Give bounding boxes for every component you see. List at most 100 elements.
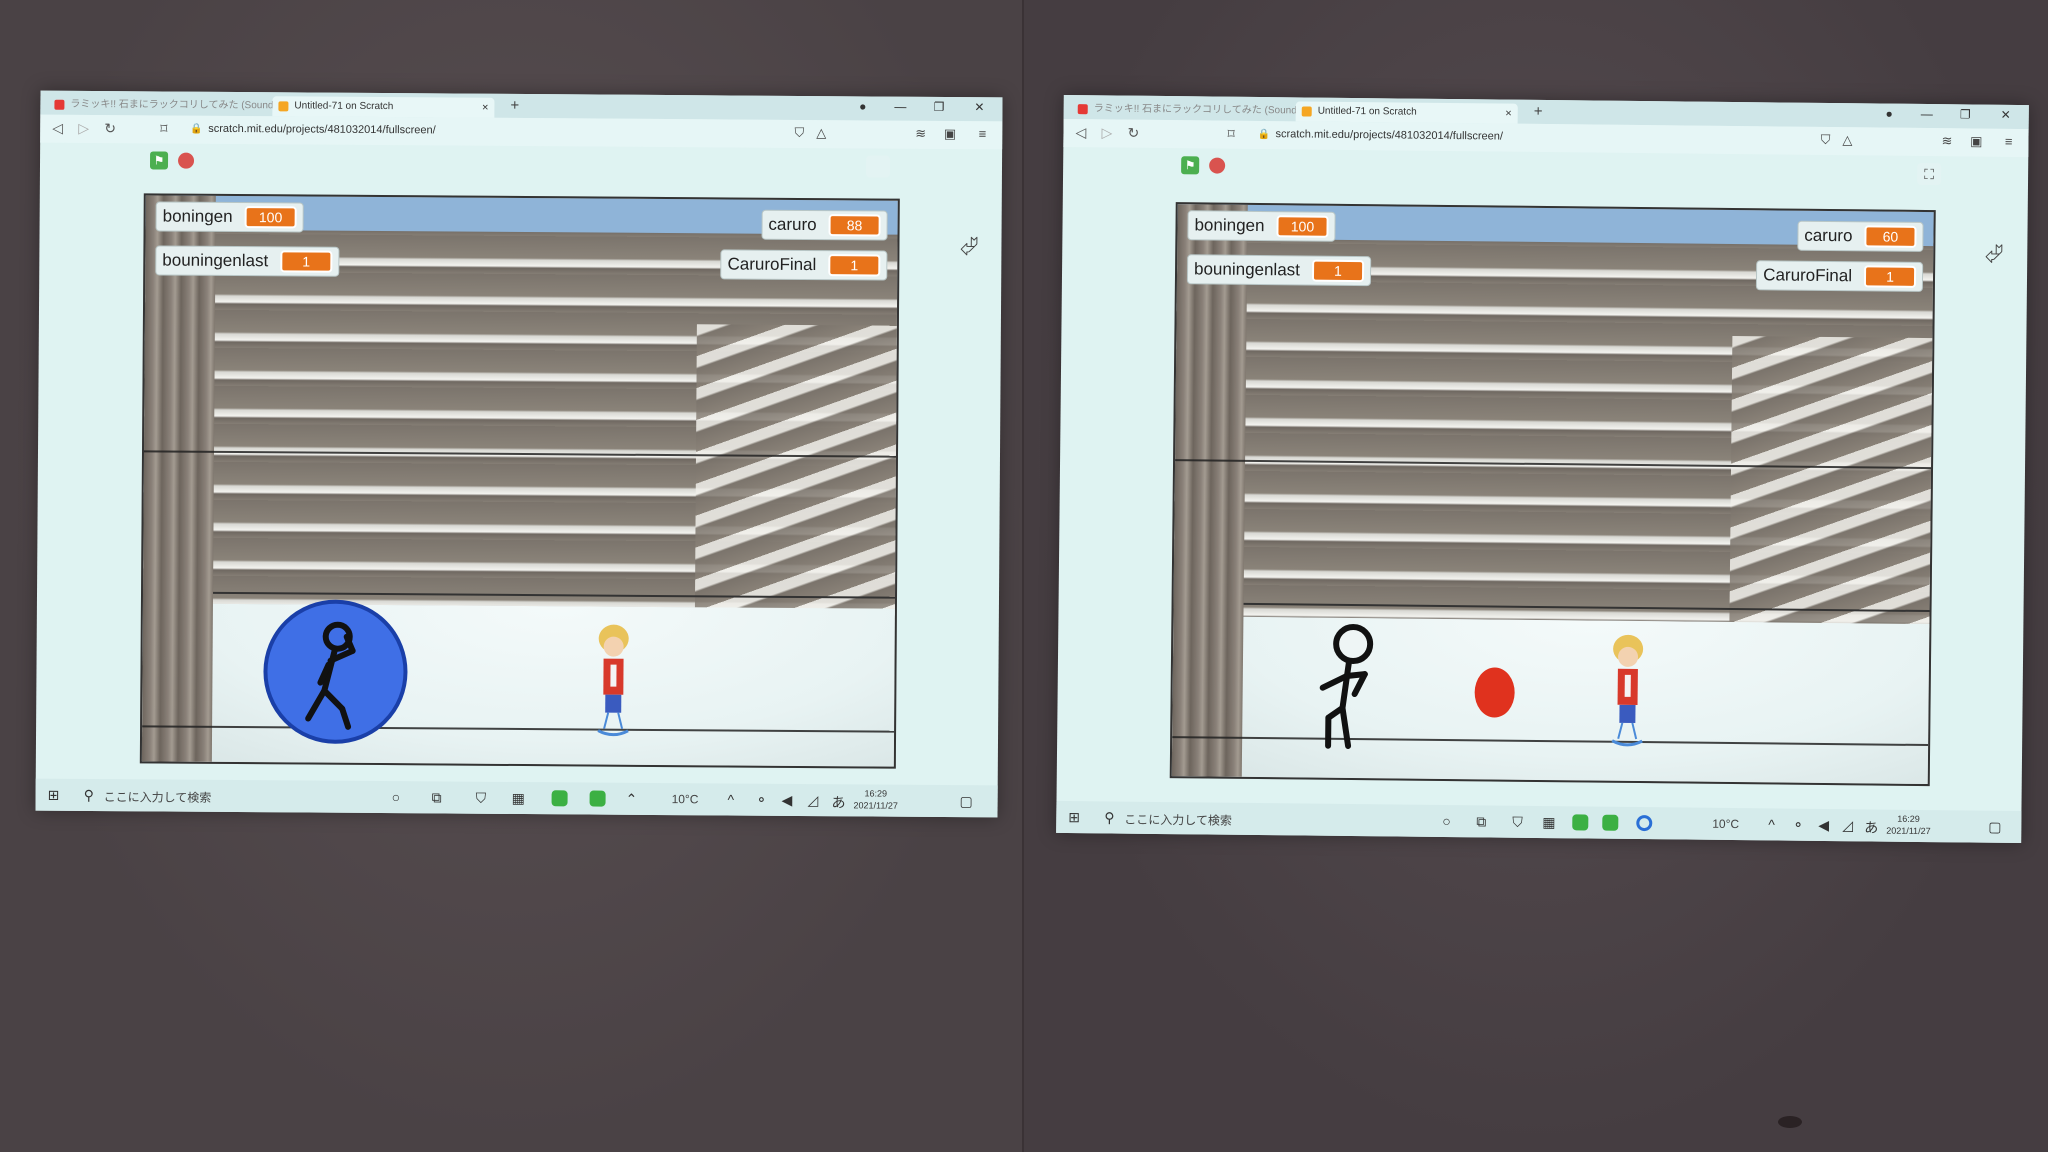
caruro-boy-sprite[interactable] — [586, 618, 641, 744]
tray-chevron-icon[interactable]: ^ — [728, 791, 735, 807]
minimize-icon[interactable]: — — [1921, 107, 1933, 121]
wallet-icon[interactable]: ▣ — [1970, 133, 1982, 149]
cortana-icon[interactable]: ○ — [392, 789, 401, 805]
stickman-figure — [1319, 624, 1374, 749]
task-view-icon[interactable]: ⧉ — [1476, 813, 1486, 830]
close-tab-icon[interactable]: × — [482, 98, 489, 118]
fireball-projectile — [1474, 667, 1515, 718]
network-icon[interactable]: ◿ — [1842, 817, 1853, 834]
ime-icon[interactable]: あ — [1864, 817, 1878, 837]
warning-icon[interactable]: △ — [816, 125, 826, 141]
windows-taskbar: ⊞ ⚲ ここに入力して検索 ○ ⧉ ⛉ ▦ 10°C ^ ⚬ ◀ ◿ あ 16:… — [1056, 800, 2022, 844]
cortana-icon[interactable]: ○ — [1442, 813, 1451, 829]
fullscreen-icon[interactable]: ⛶ — [1916, 162, 1942, 186]
stop-icon[interactable] — [1209, 157, 1226, 174]
menu-icon[interactable]: ≡ — [979, 126, 987, 141]
close-window-icon[interactable]: ✕ — [974, 100, 984, 114]
close-window-icon[interactable]: ✕ — [2001, 108, 2011, 122]
photo-panel-right: ラミッキ!! 石まにラックコリしてみた (Sound)... × Untitle… — [1024, 0, 2048, 1152]
fullscreen-icon[interactable] — [865, 155, 891, 178]
reload-icon[interactable]: ↻ — [1127, 125, 1139, 142]
app-icon[interactable]: ▦ — [1542, 814, 1555, 831]
url-field[interactable]: scratch.mit.edu/projects/481032014/fulls… — [1275, 128, 1503, 142]
profile-icon[interactable]: ● — [859, 99, 866, 113]
forward-icon[interactable]: ▷ — [78, 120, 89, 137]
edge-browser-icon[interactable] — [1636, 815, 1653, 832]
close-tab-icon[interactable]: × — [1505, 104, 1512, 124]
reload-icon[interactable]: ↻ — [104, 120, 116, 137]
shield-icon[interactable]: ⛉ — [794, 125, 804, 141]
wallet-icon[interactable]: ▣ — [944, 126, 956, 142]
profile-icon[interactable]: ● — [1885, 107, 1892, 121]
back-icon[interactable]: ◁ — [1075, 124, 1086, 141]
taskbar-clock[interactable]: 16:29 2021/11/27 — [854, 787, 899, 811]
scratch-stage[interactable]: boningen 100 bouningenlast 1 caruro 88 C… — [139, 193, 900, 769]
weather-temperature[interactable]: 10°C — [1712, 817, 1739, 831]
bookmark-icon[interactable]: ⌑ — [160, 120, 167, 137]
maximize-icon[interactable]: ❐ — [934, 100, 945, 114]
green-flag-icon[interactable]: ⚑ — [149, 151, 169, 170]
mic-icon[interactable]: ⚬ — [756, 792, 768, 809]
cursor-icon: ⮰ — [959, 233, 979, 261]
network-icon[interactable]: ◿ — [808, 792, 819, 809]
windows-start-icon[interactable]: ⊞ — [1068, 809, 1080, 826]
url-field[interactable]: scratch.mit.edu/projects/481032014/fulls… — [208, 123, 436, 137]
mic-icon[interactable]: ⚬ — [1792, 817, 1804, 834]
weather-temperature[interactable]: 10°C — [672, 792, 699, 806]
reader-icon[interactable]: ≋ — [915, 126, 926, 142]
back-icon[interactable]: ◁ — [52, 120, 63, 137]
speaker-icon[interactable]: ◀ — [782, 792, 793, 809]
monitor-label: caruro — [1804, 225, 1853, 246]
reader-icon[interactable]: ≋ — [1941, 133, 1952, 149]
forward-icon[interactable]: ▷ — [1101, 124, 1112, 141]
monitor-caruro: caruro 60 — [1797, 220, 1924, 252]
scratch-stage[interactable]: boningen 100 bouningenlast 1 caruro 60 C… — [1169, 202, 1936, 787]
stickman-sprite[interactable] — [1302, 624, 1403, 755]
task-view-icon[interactable]: ⧉ — [432, 789, 442, 806]
caruro-boy-sprite[interactable] — [1600, 629, 1655, 756]
warning-icon[interactable]: △ — [1842, 132, 1852, 148]
line-app-icon[interactable] — [1572, 814, 1589, 831]
menu-icon[interactable]: ≡ — [2005, 134, 2013, 149]
notification-icon[interactable]: ▢ — [960, 793, 973, 810]
new-tab-button[interactable]: + — [510, 97, 519, 114]
new-tab-button[interactable]: + — [1534, 103, 1543, 120]
browser-tab-scratch[interactable]: Untitled-71 on Scratch × — [272, 96, 495, 118]
browser-tab-youtube[interactable]: ラミッキ!! 石まにラックコリしてみた (Sound)... × — [1072, 99, 1314, 122]
brave-browser-icon[interactable]: ⛉ — [476, 790, 487, 807]
app-icon[interactable]: ▦ — [512, 790, 525, 807]
monitor-value: 100 — [1276, 215, 1329, 238]
shorts — [1619, 704, 1636, 723]
search-icon[interactable]: ⚲ — [84, 787, 94, 804]
monitor-carurofinal: CaruroFinal 1 — [720, 249, 888, 281]
minimize-icon[interactable]: — — [894, 100, 906, 114]
browser-tab-youtube[interactable]: ラミッキ!! 石まにラックコリしてみた (Sound)... × — [48, 95, 290, 117]
taskbar-clock[interactable]: 16:29 2021/11/27 — [1886, 813, 1931, 837]
browser-tab-scratch[interactable]: Untitled-71 on Scratch × — [1295, 101, 1518, 124]
stop-icon[interactable] — [177, 152, 195, 169]
taskbar-search-input[interactable]: ここに入力して検索 — [104, 788, 212, 806]
line-app-icon[interactable] — [1602, 814, 1619, 831]
monitor-value: 1 — [1863, 265, 1917, 288]
line-app-icon[interactable] — [551, 790, 568, 807]
shield-icon[interactable]: ⛉ — [1821, 132, 1831, 148]
tray-chevron-icon[interactable]: ^ — [1768, 816, 1775, 832]
monitor-label: boningen — [162, 206, 233, 226]
monitor-bouningenlast: bouningenlast 1 — [155, 245, 340, 277]
maximize-icon[interactable]: ❐ — [1960, 107, 1971, 121]
clock-time: 16:29 — [1897, 813, 1920, 824]
monitor-value: 1 — [1311, 259, 1365, 283]
stickman-sprite-shielded[interactable] — [262, 598, 409, 745]
line-app-icon[interactable] — [589, 790, 606, 807]
green-flag-icon[interactable]: ⚑ — [1181, 156, 1200, 175]
bookmark-icon[interactable]: ⌑ — [1227, 126, 1234, 143]
ime-icon[interactable]: あ — [832, 792, 846, 812]
windows-start-icon[interactable]: ⊞ — [48, 787, 60, 804]
speaker-icon[interactable]: ◀ — [1818, 817, 1829, 834]
search-icon[interactable]: ⚲ — [1104, 809, 1114, 826]
notification-icon[interactable]: ▢ — [1988, 819, 2001, 836]
taskbar-search-input[interactable]: ここに入力して検索 — [1124, 811, 1232, 829]
brave-browser-icon[interactable]: ⛉ — [1512, 814, 1523, 831]
overflow-icon[interactable]: ⌃ — [626, 791, 638, 808]
clock-date: 2021/11/27 — [1886, 825, 1931, 837]
